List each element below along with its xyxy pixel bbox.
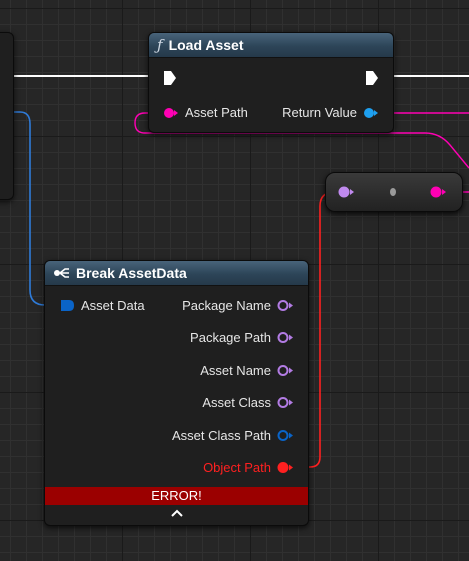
exec-in-pin[interactable] <box>163 70 177 86</box>
break-asset-data-header[interactable]: Break AssetData <box>45 261 308 286</box>
load-asset-header[interactable]: ƒ Load Asset <box>149 33 393 58</box>
exec-out-pin[interactable] <box>365 70 379 86</box>
reroute-output-pin[interactable] <box>430 186 448 198</box>
node-title: Break AssetData <box>76 265 187 281</box>
return-value-pin[interactable] <box>363 107 379 119</box>
error-bar: ERROR! <box>45 487 308 505</box>
asset-data-pin[interactable] <box>59 299 77 312</box>
asset-class-pin[interactable] <box>277 396 295 409</box>
reroute-input-pin[interactable] <box>338 186 356 198</box>
object-path-label: Object Path <box>203 460 271 475</box>
return-value-label: Return Value <box>282 105 357 120</box>
asset-class-path-pin[interactable] <box>277 429 295 442</box>
load-asset-node[interactable]: ƒ Load Asset Asset Path Return Value <box>148 32 394 133</box>
asset-name-pin[interactable] <box>277 364 295 377</box>
package-path-label: Package Path <box>190 330 271 345</box>
node-title: Load Asset <box>168 37 244 53</box>
reroute-node[interactable] <box>325 172 463 212</box>
asset-path-pin[interactable] <box>163 107 179 119</box>
function-icon: ƒ <box>157 36 163 54</box>
asset-class-path-label: Asset Class Path <box>172 428 271 443</box>
offscreen-node[interactable] <box>0 32 14 200</box>
package-name-label: Package Name <box>182 298 271 313</box>
asset-path-label: Asset Path <box>185 105 248 120</box>
chevron-up-icon[interactable] <box>170 508 184 518</box>
break-asset-data-node[interactable]: Break AssetData Asset Data Package Name … <box>44 260 309 526</box>
object-path-pin[interactable] <box>277 461 295 474</box>
asset-data-label: Asset Data <box>81 298 145 313</box>
asset-class-label: Asset Class <box>202 395 271 410</box>
reroute-center-dot <box>390 188 396 196</box>
asset-name-label: Asset Name <box>200 363 271 378</box>
package-name-pin[interactable] <box>277 299 295 312</box>
package-path-pin[interactable] <box>277 331 295 344</box>
break-struct-icon <box>54 268 69 278</box>
